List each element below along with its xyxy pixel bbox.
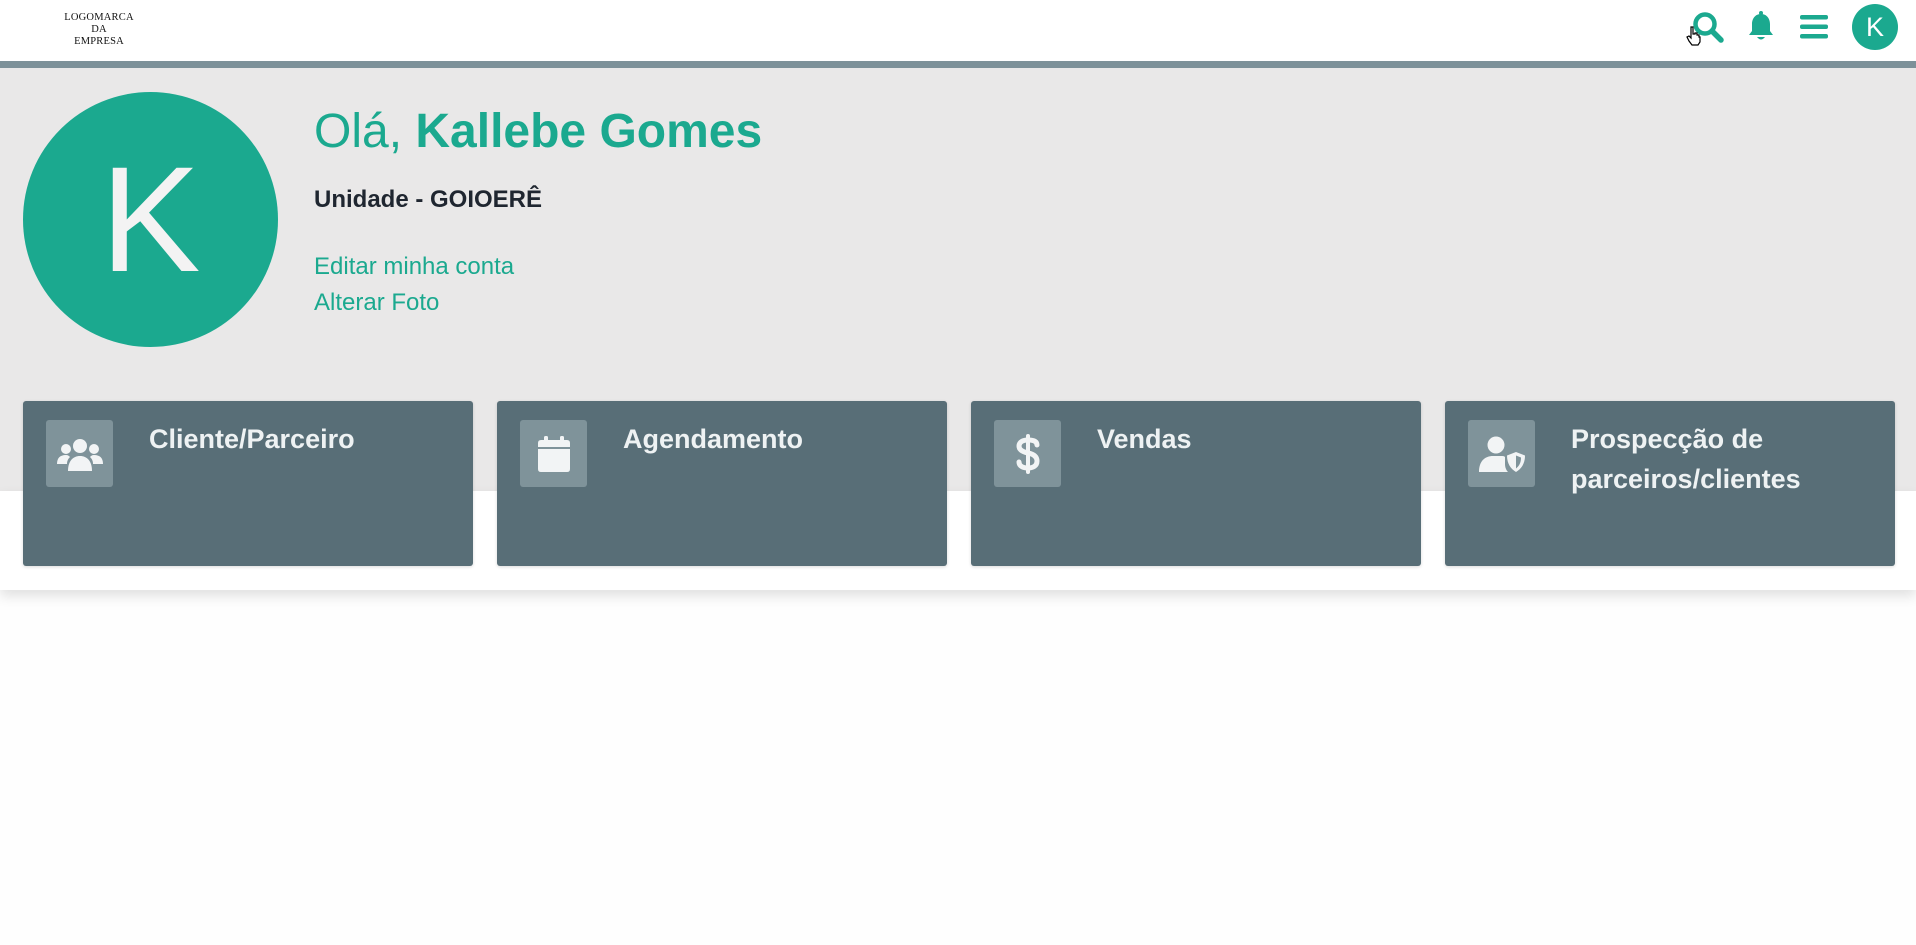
- greeting-prefix: Olá,: [314, 105, 416, 158]
- card-cliente-parceiro[interactable]: Cliente/Parceiro: [23, 401, 473, 566]
- unit-label: Unidade - GOIOERÊ: [314, 186, 543, 213]
- logo-line-1: LOGOMARCA: [64, 12, 134, 23]
- header-divider: [0, 61, 1916, 68]
- logo-line-2: DA: [91, 24, 107, 35]
- users-group-icon: [46, 420, 113, 487]
- search-icon[interactable]: [1690, 9, 1726, 45]
- calendar-icon: [520, 420, 587, 487]
- logo-line-3: EMPRESA: [74, 36, 124, 47]
- card-title: Cliente/Parceiro: [149, 424, 355, 454]
- dollar-icon: [994, 420, 1061, 487]
- header-user-avatar[interactable]: K: [1852, 4, 1898, 50]
- card-vendas[interactable]: Vendas: [971, 401, 1421, 566]
- user-shield-icon: [1468, 420, 1535, 487]
- profile-avatar: K: [23, 92, 278, 347]
- card-title: Prospecção de parceiros/clientes: [1571, 424, 1801, 494]
- edit-account-link[interactable]: Editar minha conta: [314, 252, 514, 282]
- change-photo-link[interactable]: Alterar Foto: [314, 288, 439, 318]
- company-logo[interactable]: LOGOMARCA DA EMPRESA: [52, 12, 146, 48]
- card-title: Vendas: [1097, 424, 1192, 454]
- bell-icon[interactable]: [1743, 9, 1779, 45]
- card-prospeccao[interactable]: Prospecção de parceiros/clientes: [1445, 401, 1895, 566]
- card-title: Agendamento: [623, 424, 804, 454]
- card-agendamento[interactable]: Agendamento: [497, 401, 947, 566]
- greeting-heading: Olá, Kallebe Gomes: [314, 104, 762, 160]
- top-bar: LOGOMARCA DA EMPRESA K: [0, 0, 1916, 61]
- hamburger-menu-icon[interactable]: [1796, 9, 1832, 45]
- user-name: Kallebe Gomes: [415, 105, 763, 158]
